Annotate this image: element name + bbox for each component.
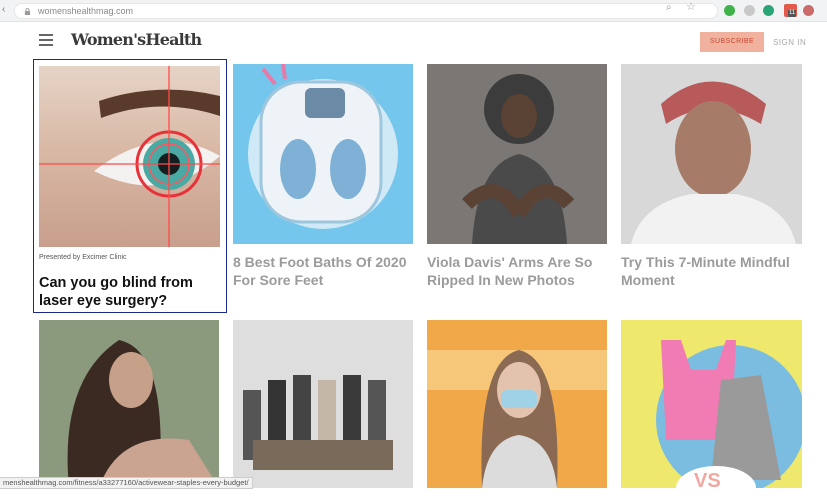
extension-puzzle-icon[interactable] (803, 5, 814, 16)
extension-grey-icon[interactable] (744, 5, 755, 16)
back-arrow-icon[interactable]: ‹ (2, 4, 5, 15)
site-header: Women'sHealth SUBSCRIBE SIGN IN (0, 22, 827, 62)
tile-image-woman-hair[interactable] (39, 320, 219, 488)
site-logo[interactable]: Women'sHealth (71, 30, 202, 49)
card-title[interactable]: Can you go blind from laser eye surgery? (39, 274, 224, 310)
signin-link[interactable]: SIGN IN (773, 38, 806, 47)
card-title[interactable]: 8 Best Foot Baths Of 2020 For Sore Feet (233, 253, 418, 289)
card-image-portrait[interactable] (621, 64, 802, 244)
card-image-foot-bath[interactable] (233, 64, 413, 244)
subscribe-button[interactable]: SUBSCRIBE (700, 32, 764, 52)
tile-image-mask-woman[interactable] (427, 320, 607, 488)
card-title[interactable]: Try This 7-Minute Mindful Moment (621, 253, 806, 289)
lock-icon (24, 8, 31, 15)
address-bar[interactable]: womenshealthmag.com (14, 3, 718, 19)
vs-badge-text: VS (694, 470, 721, 488)
zoom-icon[interactable]: ⌕ (666, 2, 672, 13)
extension-badge-icon[interactable]: 11 (784, 4, 797, 17)
sponsor-label: Presented by Excimer Clinic (39, 254, 127, 261)
url-text: womenshealthmag.com (38, 6, 134, 16)
hamburger-menu-icon[interactable] (39, 34, 53, 46)
card-image-eye[interactable] (39, 66, 220, 247)
tile-image-group-photo[interactable] (233, 320, 413, 488)
card-image-viola-davis[interactable] (427, 64, 607, 244)
tile-image-activewear[interactable]: VS (621, 320, 802, 488)
browser-toolbar: ‹ womenshealthmag.com ⌕ ☆ 11 (0, 0, 827, 22)
card-title[interactable]: Viola Davis' Arms Are So Ripped In New P… (427, 253, 612, 289)
extension-green-icon[interactable] (724, 5, 735, 16)
link-status-bar: menshealthmag.com/fitness/a33277160/acti… (0, 477, 253, 489)
extension-teal-icon[interactable] (763, 5, 774, 16)
star-icon[interactable]: ☆ (686, 0, 696, 13)
